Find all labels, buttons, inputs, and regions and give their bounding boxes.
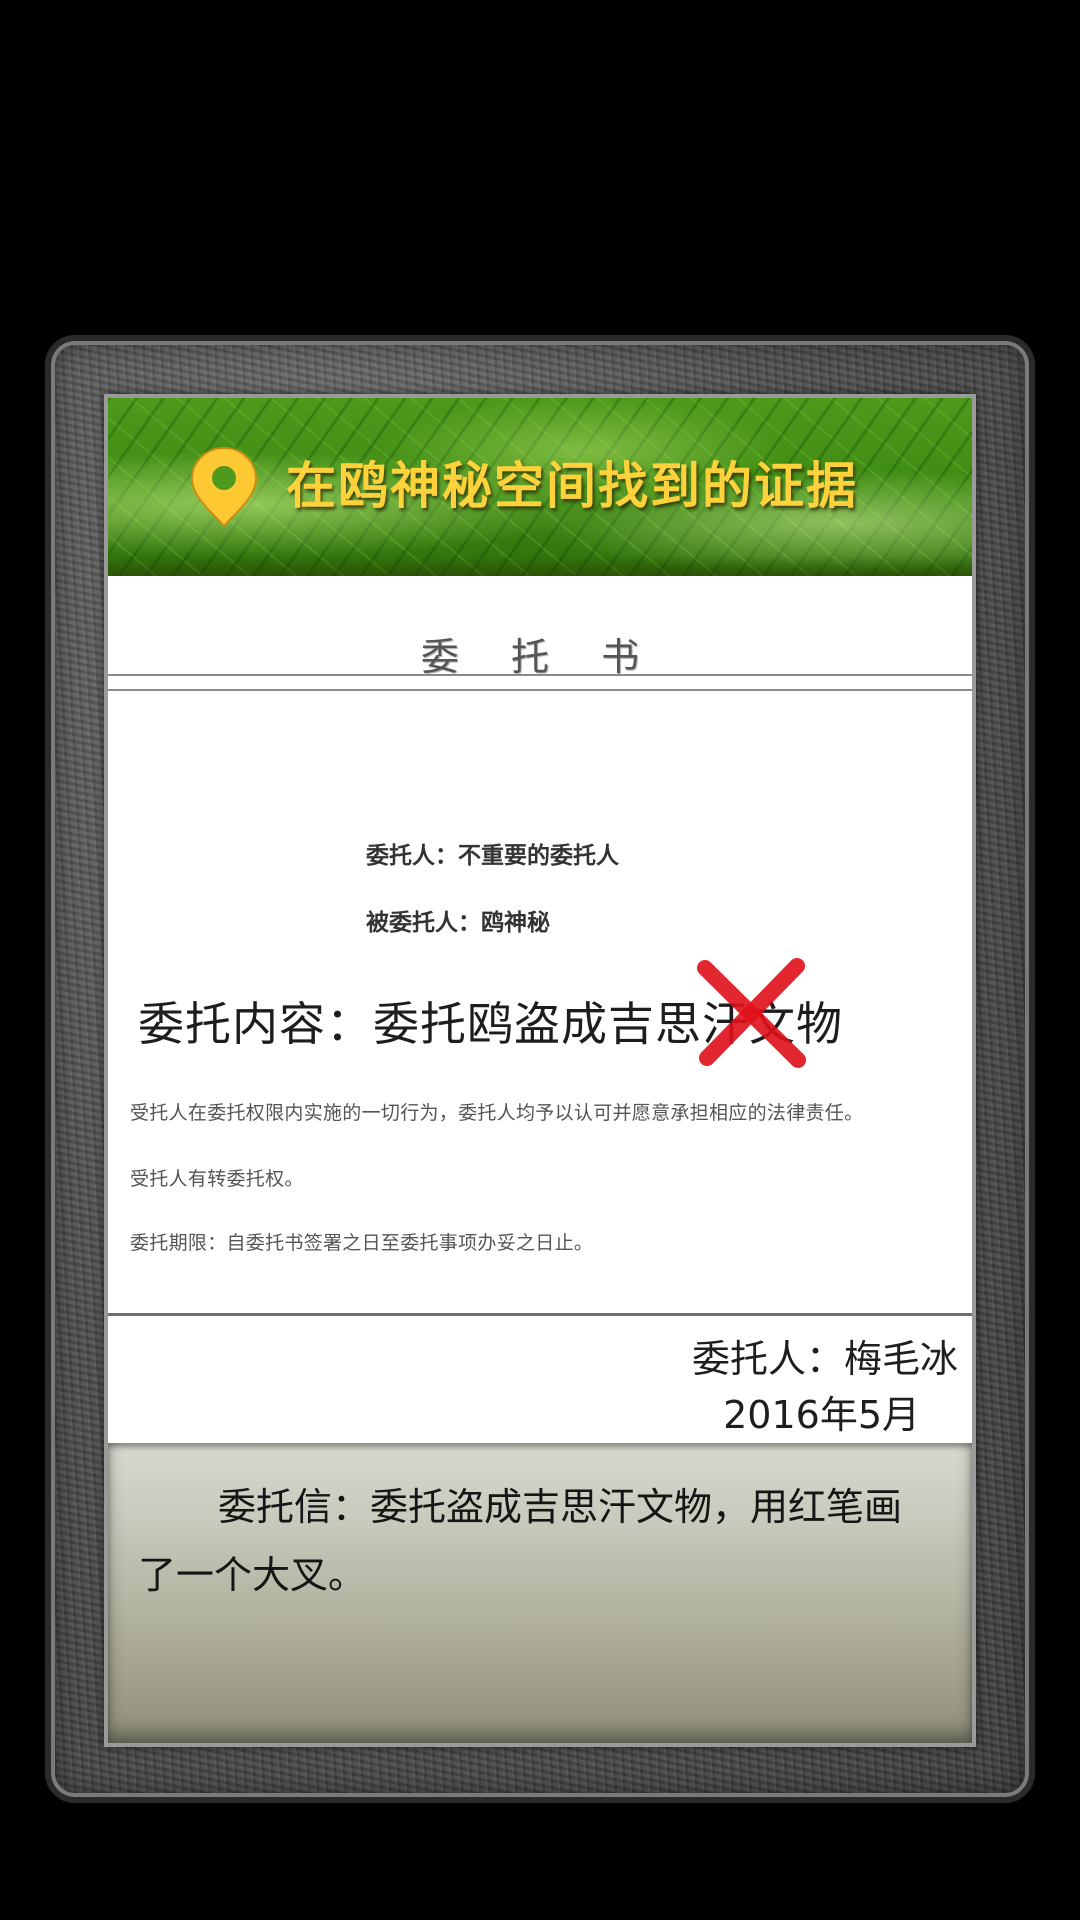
red-x-icon <box>697 958 806 1068</box>
date-line: 2016年5月 <box>723 1393 920 1437</box>
agent-line: 被委托人：鸥神秘 <box>366 910 550 936</box>
evidence-banner: 在鸥神秘空间找到的证据 <box>108 398 972 576</box>
fine-print-line: 委托期限：自委托书签署之日至委托事项办妥之日止。 <box>130 1232 594 1254</box>
signer-line: 委托人：梅毛冰 <box>691 1337 958 1381</box>
banner-shade <box>108 556 972 576</box>
evidence-panel: 在鸥神秘空间找到的证据 委 托 书 委托人：不重要的委托人 被委托人：鸥神秘 委… <box>108 398 972 1743</box>
banner-title: 在鸥神秘空间找到的证据 <box>286 457 858 515</box>
description-text: 委托信：委托盗成吉思汗文物，用红笔画了一个大叉。 <box>138 1485 903 1597</box>
client-line: 委托人：不重要的委托人 <box>366 843 619 869</box>
divider <box>108 689 972 691</box>
fine-print-line: 受托人在委托权限内实施的一切行为，委托人均予以认可并愿意承担相应的法律责任。 <box>130 1102 864 1124</box>
divider <box>108 1313 972 1316</box>
game-screen: 在鸥神秘空间找到的证据 委 托 书 委托人：不重要的委托人 被委托人：鸥神秘 委… <box>0 0 1080 1920</box>
stone-frame: 在鸥神秘空间找到的证据 委 托 书 委托人：不重要的委托人 被委托人：鸥神秘 委… <box>45 335 1035 1803</box>
map-pin-icon <box>190 446 258 528</box>
divider <box>108 674 972 676</box>
description-box[interactable]: 委托信：委托盗成吉思汗文物，用红笔画了一个大叉。 <box>108 1443 972 1743</box>
document-title: 委 托 书 <box>420 635 660 679</box>
fine-print-line: 受托人有转委托权。 <box>130 1168 304 1190</box>
